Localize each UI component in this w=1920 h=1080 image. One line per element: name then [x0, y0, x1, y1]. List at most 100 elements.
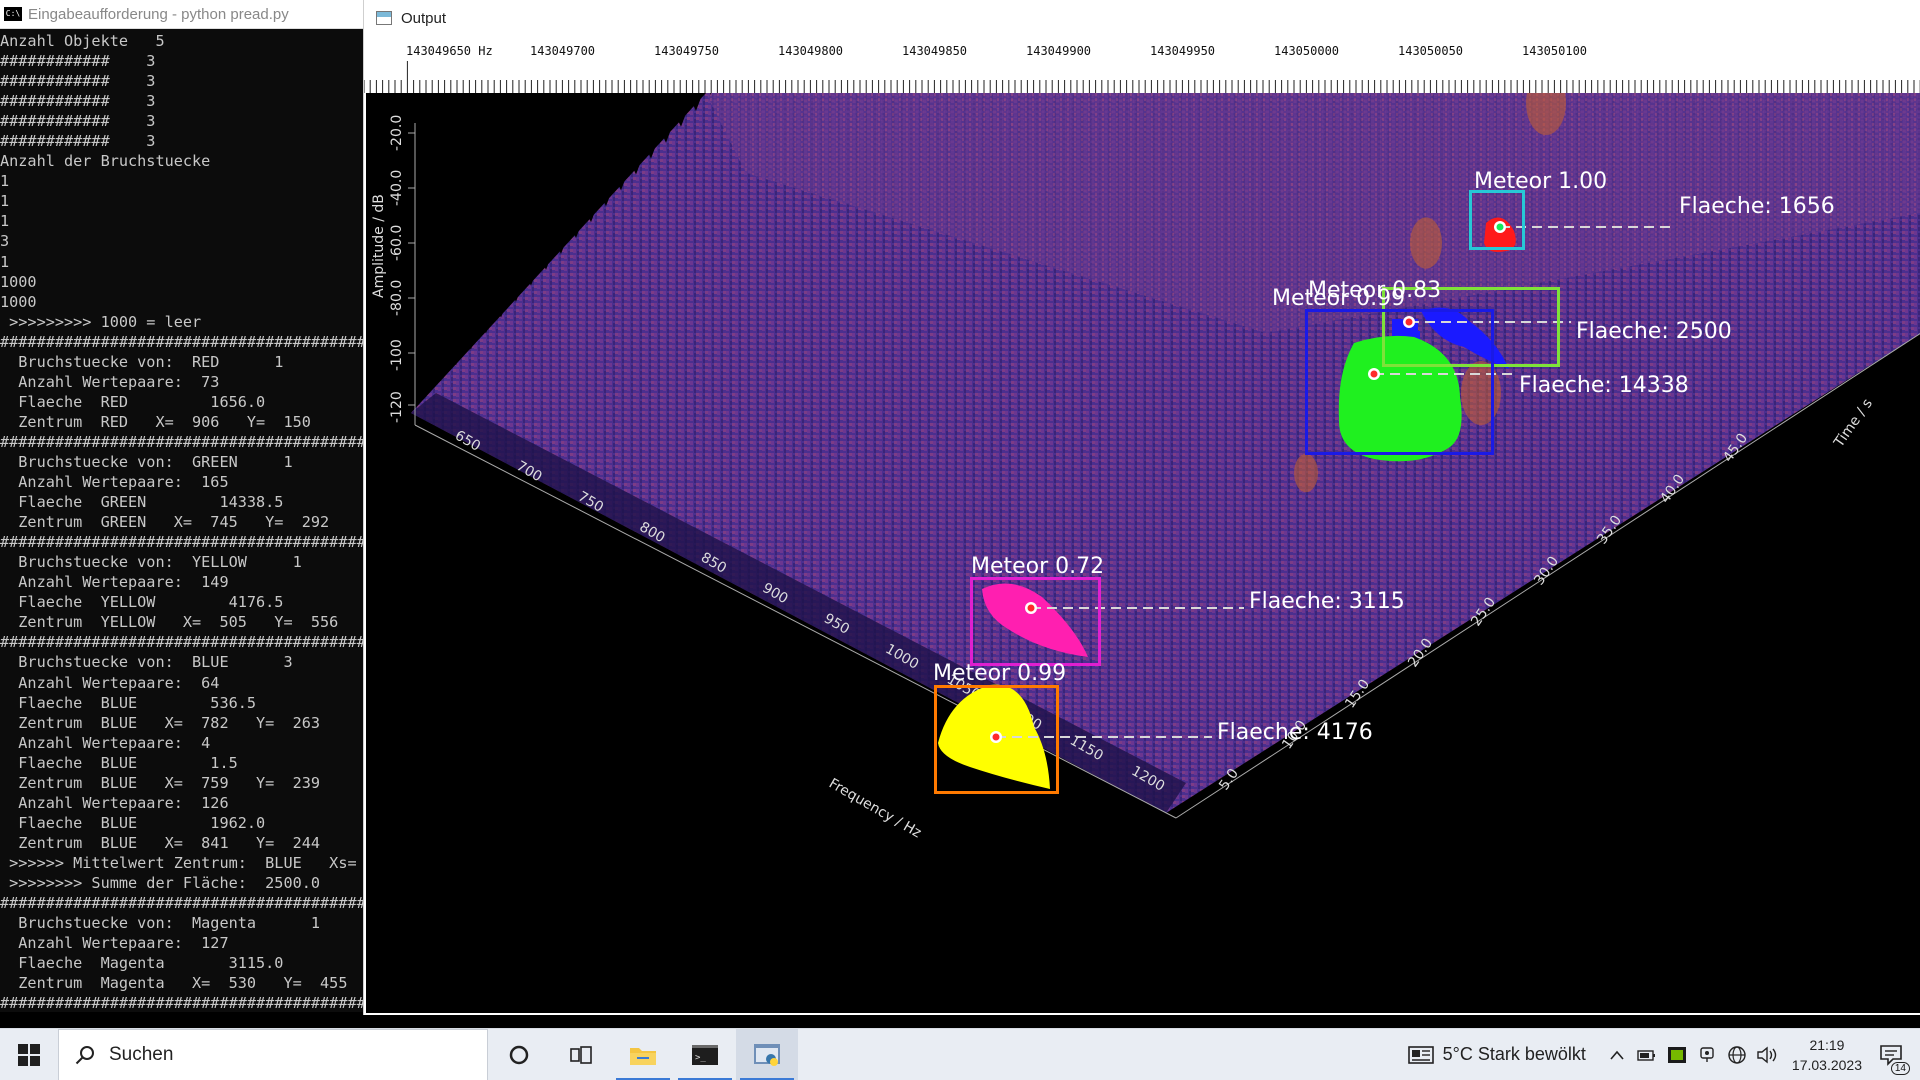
camera-tray[interactable]	[1692, 1029, 1722, 1080]
file-explorer-button[interactable]	[612, 1029, 674, 1080]
notification-center-button[interactable]: 14	[1872, 1029, 1912, 1080]
weather-news-icon[interactable]	[1407, 1044, 1435, 1066]
console-line: Bruchstuecke von: RED 1	[0, 352, 284, 371]
console-titlebar[interactable]: C:\ Eingabeaufforderung - python pread.p…	[0, 0, 363, 29]
console-line: Bruchstuecke von: BLUE 3	[0, 653, 293, 672]
area-label: Flaeche: 2500	[1576, 319, 1732, 344]
spectrogram-plot: -20.0 -40.0 -60.0 -80.0 -100 -120 Amplitude / …	[366, 93, 1920, 1013]
detection-label: Meteor 0.72	[971, 554, 1105, 579]
output-window[interactable]: Output 143049650 Hz 143049700 143049750 143…	[363, 0, 1920, 1015]
console-line: 1	[0, 192, 10, 211]
area-label: Flaeche: 3115	[1249, 589, 1405, 614]
console-line: Anzahl der Bruchstuecke	[0, 152, 211, 171]
amplitude-tick-label: -100	[389, 339, 405, 371]
detection-label: Meteor 0.99	[933, 661, 1067, 686]
waterfall-surface: -20.0 -40.0 -60.0 -80.0 -100 -120 Amplitude / …	[371, 93, 1920, 842]
frequency-ruler-ticks	[364, 61, 1920, 93]
signal-peak	[1410, 217, 1442, 269]
frequency-tick-label: 143050050	[1398, 44, 1464, 58]
output-titlebar[interactable]: Output	[364, 0, 1920, 36]
console-line: ########################################…	[0, 432, 363, 451]
battery-tray[interactable]	[1632, 1029, 1662, 1080]
svg-text:>_: >_	[695, 1053, 706, 1063]
console-line: Flaeche Magenta 3115.0	[0, 954, 284, 973]
frequency-tick-label: 143050000	[1274, 44, 1340, 58]
console-line: Anzahl Wertepaare: 126	[0, 793, 229, 812]
chevron-up-icon	[1610, 1050, 1624, 1060]
console-line: ########################################…	[0, 633, 363, 652]
task-view-icon	[570, 1045, 592, 1064]
console-line: Zentrum BLUE X= 782 Y= 263	[0, 713, 321, 732]
detection-box	[934, 685, 1059, 794]
search-box[interactable]: Suchen	[58, 1028, 488, 1080]
terminal-button[interactable]: >_	[674, 1029, 736, 1080]
clock-date: 17.03.2023	[1791, 1056, 1862, 1073]
console-line: Zentrum YELLOW X= 505 Y= 556	[0, 613, 339, 632]
console-line: Anzahl Wertepaare: 127	[0, 934, 229, 953]
console-line: 1	[0, 172, 10, 191]
console-line: Anzahl Wertepaare: 149	[0, 573, 229, 592]
area-label: Flaeche: 4176	[1217, 720, 1373, 745]
console-line: 3	[0, 232, 10, 251]
battery-icon	[1637, 1049, 1655, 1061]
console-line: Anzahl Wertepaare: 4	[0, 733, 211, 752]
frequency-ruler: 143049650 Hz 143049700 143049750 143049800 1…	[364, 36, 1920, 93]
console-line: Zentrum BLUE X= 759 Y= 239	[0, 773, 321, 792]
detection-box	[1469, 190, 1525, 250]
console-line: Anzahl Objekte 5	[0, 32, 165, 50]
cortana-icon	[509, 1045, 529, 1064]
console-line: Zentrum Magenta X= 530 Y= 455	[0, 974, 348, 993]
volume-tray[interactable]	[1752, 1029, 1782, 1080]
console-line: ############ 3	[0, 132, 156, 151]
console-line: Anzahl Wertepaare: 165	[0, 473, 229, 492]
console-line: ############ 3	[0, 72, 156, 91]
clock-time: 21:19	[1809, 1036, 1845, 1053]
time-axis-label: Time / s	[1831, 396, 1876, 451]
python-app-button[interactable]	[736, 1028, 798, 1080]
console-line: 1	[0, 252, 10, 271]
detection-label: Meteor 1.00	[1474, 169, 1608, 194]
cortana-button[interactable]	[488, 1029, 550, 1080]
console-line: ########################################…	[0, 533, 363, 552]
search-placeholder: Suchen	[109, 1043, 174, 1065]
area-label: Flaeche: 1656	[1679, 194, 1835, 219]
console-line: Flaeche BLUE 1962.0	[0, 813, 266, 832]
nvidia-tray[interactable]	[1662, 1029, 1692, 1080]
console-line: ############ 3	[0, 92, 156, 111]
frequency-tick-label: 143049650 Hz	[406, 44, 493, 58]
console-title: Eingabeaufforderung - python pread.py	[28, 5, 289, 23]
frequency-tick-label: 143049800	[778, 44, 844, 58]
start-button[interactable]	[0, 1029, 58, 1080]
globe-icon	[1728, 1045, 1746, 1064]
task-view-button[interactable]	[550, 1029, 612, 1080]
terminal-icon: >_	[692, 1044, 718, 1065]
console-line: ########################################…	[0, 332, 363, 351]
python-window-icon	[754, 1043, 780, 1066]
speaker-icon	[1757, 1046, 1777, 1063]
console-line: Zentrum RED X= 906 Y= 150	[0, 412, 311, 431]
console-line: Flaeche YELLOW 4176.5	[0, 593, 284, 612]
amplitude-tick-label: -20.0	[389, 115, 405, 151]
frequency-tick-label: 143049900	[1026, 44, 1092, 58]
taskbar: Suchen >_ 5°C Stark bewölkt 21:19 17.03.…	[0, 1028, 1920, 1080]
console-output[interactable]: Anzahl Objekte 5 ############ 3 ##########…	[0, 29, 363, 1012]
clock[interactable]: 21:19 17.03.2023	[1792, 1035, 1862, 1075]
frequency-tick-label: 143049750	[654, 44, 720, 58]
notification-count: 14	[1890, 1061, 1910, 1075]
console-line: Bruchstuecke von: Magenta 1	[0, 914, 321, 933]
console-line: Zentrum BLUE X= 841 Y= 244	[0, 833, 321, 852]
frequency-axis-label: Frequency / Hz	[826, 776, 924, 842]
show-hidden-icons-button[interactable]	[1602, 1029, 1632, 1080]
area-label: Flaeche: 14338	[1519, 373, 1689, 398]
console-line: ############ 3	[0, 52, 156, 71]
console-line: >>>>>> Mittelwert Zentrum: BLUE Xs=	[0, 853, 357, 872]
network-tray[interactable]	[1722, 1029, 1752, 1080]
console-window[interactable]: C:\ Eingabeaufforderung - python pread.p…	[0, 0, 363, 1012]
console-line: Flaeche BLUE 1.5	[0, 753, 238, 772]
weather-text[interactable]: 5°C Stark bewölkt	[1443, 1044, 1586, 1065]
frequency-tick-label: 143049950	[1150, 44, 1216, 58]
console-line: 1	[0, 212, 10, 231]
amplitude-tick-label: -120	[389, 391, 405, 423]
frequency-tick-label: 143049700	[530, 44, 596, 58]
console-line: Flaeche GREEN 14338.5	[0, 493, 284, 512]
